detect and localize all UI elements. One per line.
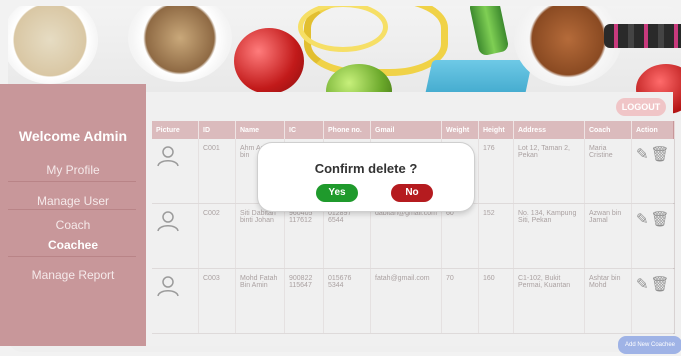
yes-button[interactable]: Yes xyxy=(316,184,358,202)
cucumber-image xyxy=(468,6,510,57)
modal-overlay xyxy=(146,92,673,346)
dumbbell-image xyxy=(604,24,681,48)
sidebar-item-coachee[interactable]: Coachee xyxy=(6,238,140,252)
dialog-title: Confirm delete ? xyxy=(314,161,418,176)
sidebar-item-coach[interactable]: Coach xyxy=(6,218,140,232)
sidebar: Welcome Admin My Profile Manage User Coa… xyxy=(0,84,146,346)
nuts-bowl-image xyxy=(128,6,232,82)
sidebar-item-my-profile[interactable]: My Profile xyxy=(6,163,140,177)
confirm-delete-dialog: Confirm delete ? Yes No xyxy=(258,143,474,211)
divider xyxy=(8,209,136,210)
oats-bowl-image xyxy=(8,6,98,84)
apple-image xyxy=(234,28,304,94)
divider xyxy=(8,181,136,182)
welcome-title: Welcome Admin xyxy=(18,128,128,144)
divider xyxy=(8,256,136,257)
sidebar-item-manage-user[interactable]: Manage User xyxy=(6,194,140,208)
add-new-coachee-button[interactable]: Add New Coachee xyxy=(618,336,681,354)
no-button[interactable]: No xyxy=(391,184,433,202)
sidebar-item-manage-report[interactable]: Manage Report xyxy=(6,268,140,282)
